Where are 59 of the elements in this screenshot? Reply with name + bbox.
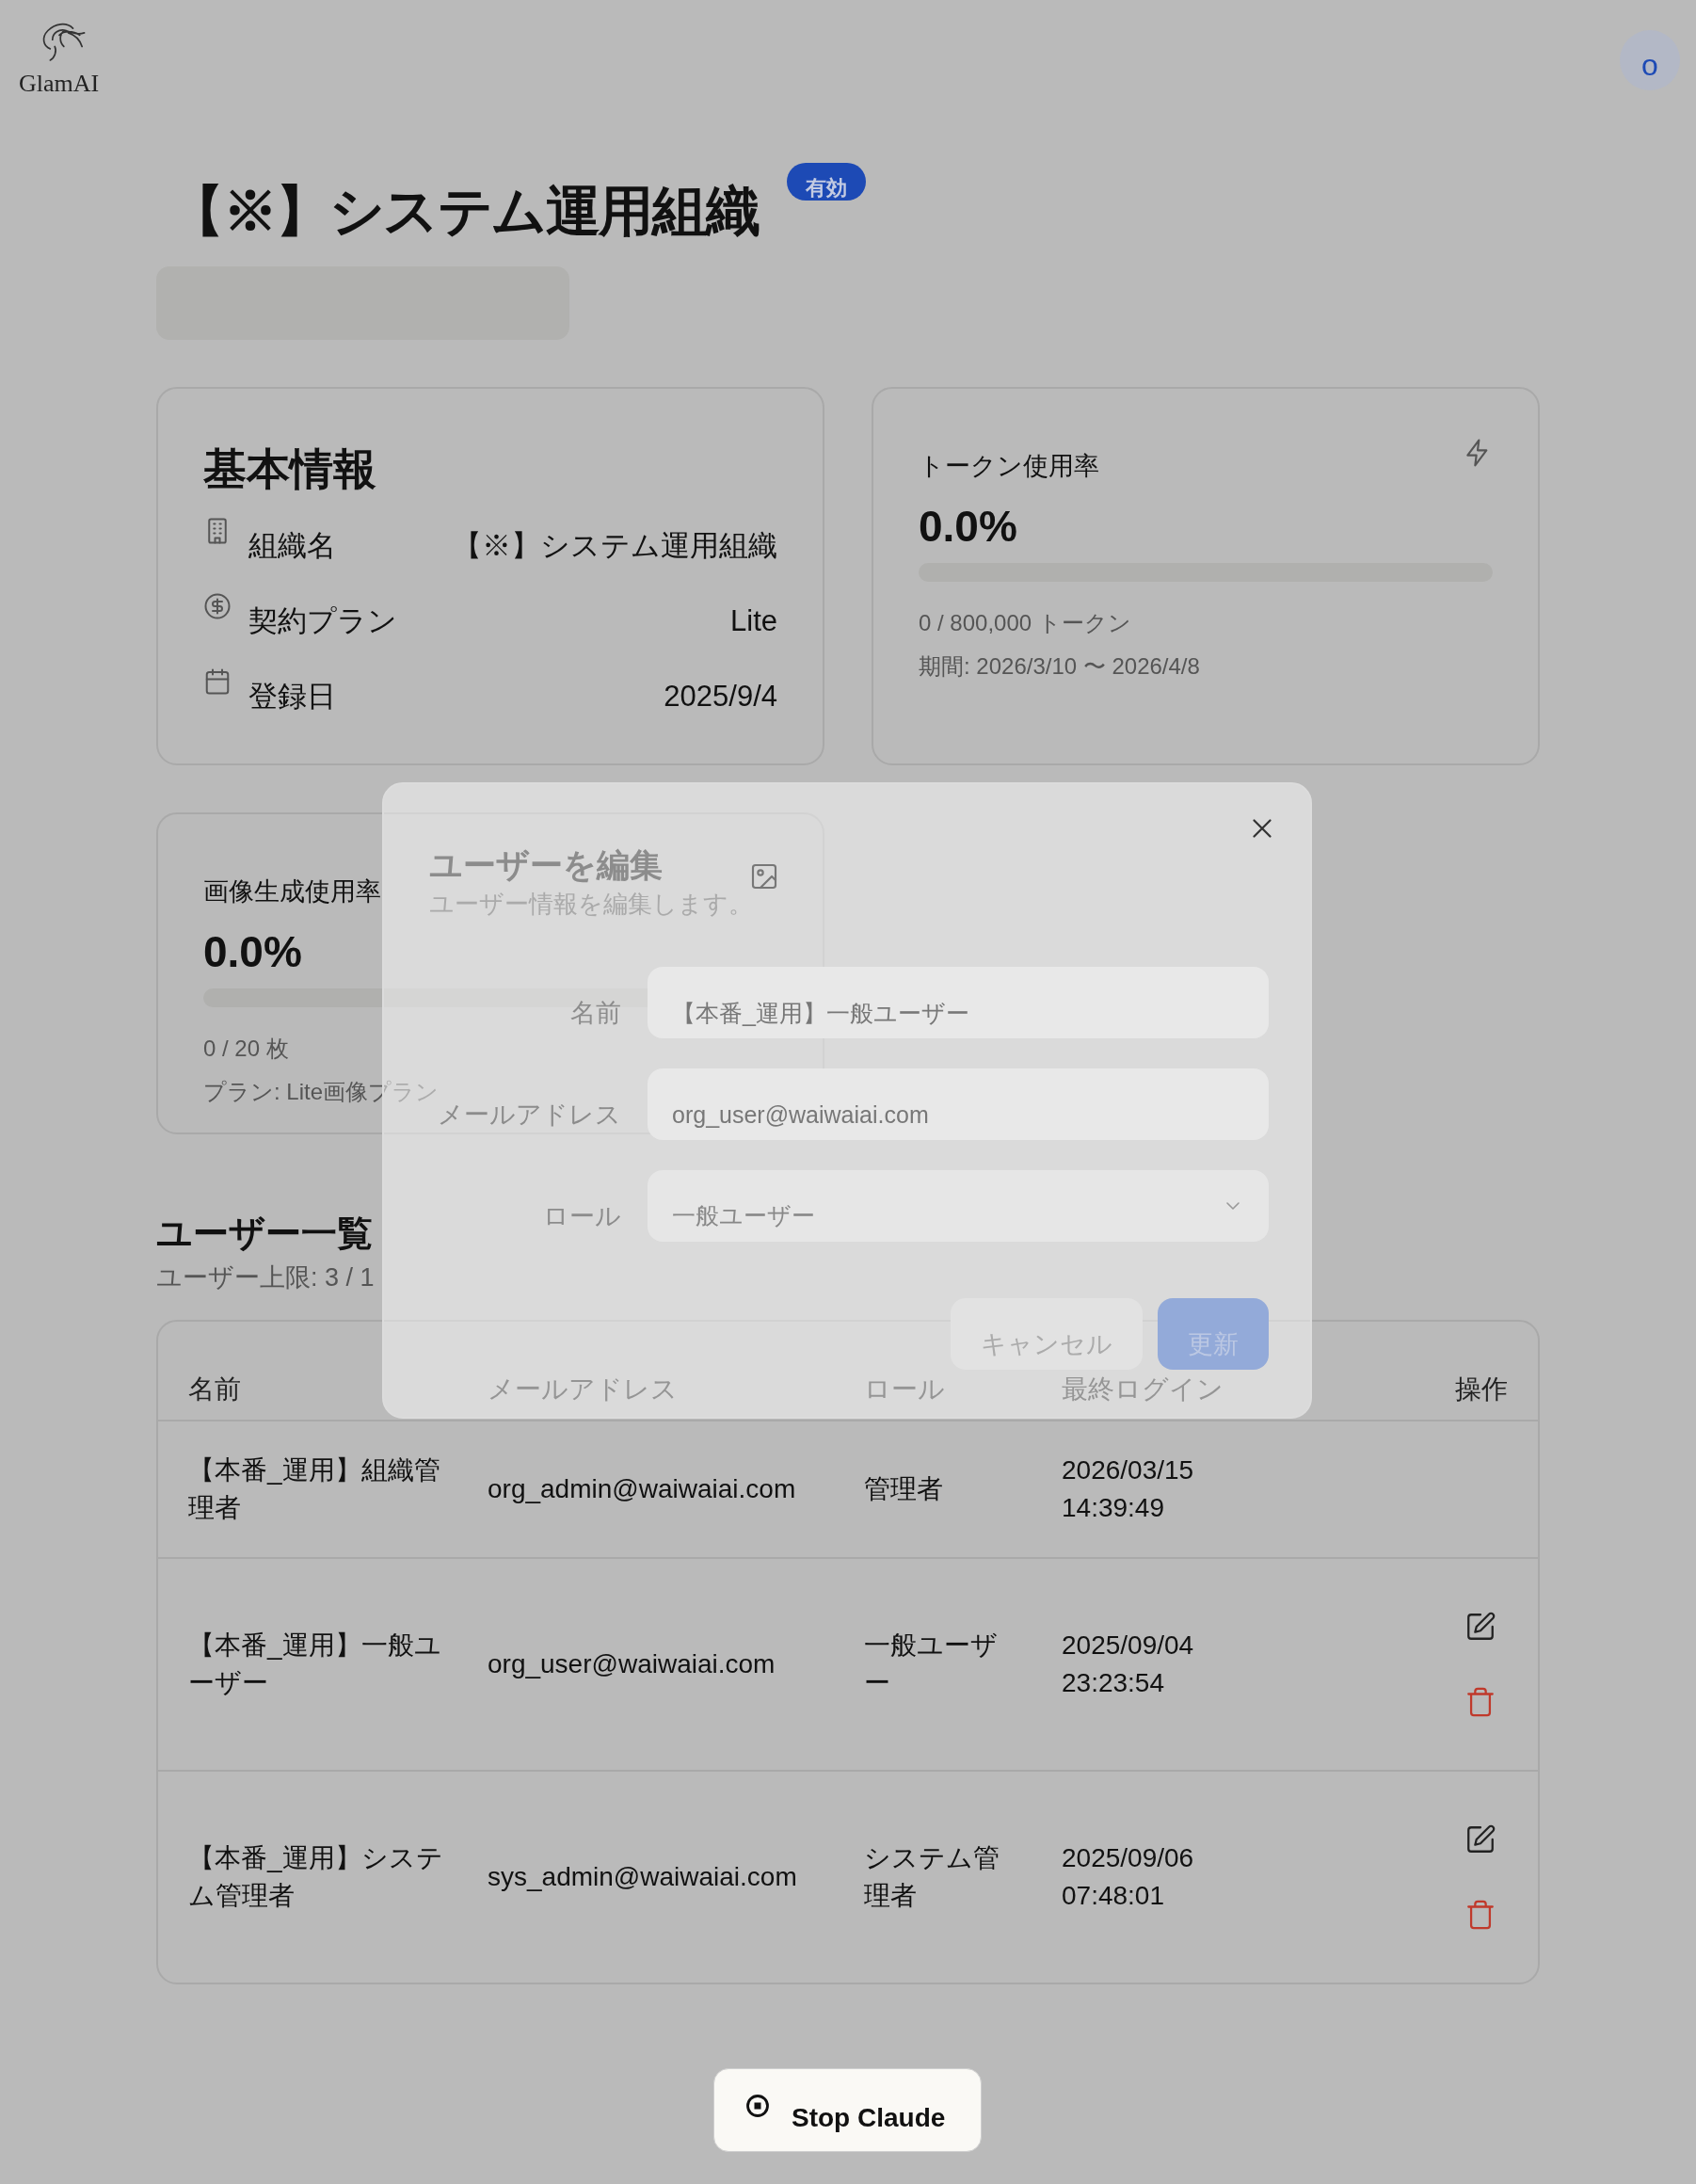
usage-percent: 0.0% [203, 929, 302, 973]
dollar-icon [203, 592, 232, 620]
user-name: 【本番_運用】組織管理者 [188, 1453, 441, 1524]
last-login: 2025/09/06 07:48:01 [1062, 1841, 1195, 1912]
calendar-icon [203, 667, 232, 696]
usage-percent: 0.0% [919, 504, 1017, 548]
field-label: 組織名 [248, 528, 336, 564]
trash-icon [1464, 1685, 1496, 1718]
card-title: 基本情報 [203, 447, 377, 490]
user-role: 管理者 [864, 1472, 944, 1505]
user-name: 【本番_運用】システム管理者 [188, 1841, 444, 1912]
user-role: システム管理者 [864, 1841, 1000, 1912]
input-field[interactable]: 【本番_運用】一般ユーザー [648, 967, 1269, 1038]
user-name: 【本番_運用】一般ユーザー [188, 1629, 442, 1699]
card-title: 画像生成使用率 [203, 876, 381, 907]
trash-icon [1464, 1898, 1496, 1931]
edit-icon [1464, 1610, 1496, 1643]
delete-button[interactable] [1464, 1685, 1496, 1718]
column-header: ロール [864, 1373, 945, 1404]
image-icon [749, 861, 779, 891]
button-label: Stop Claude [792, 2101, 946, 2134]
user-email: org_user@waiwaiai.com [488, 1647, 776, 1680]
field-value: 2025/9/4 [664, 679, 777, 715]
user-role: 一般ユーザー [864, 1629, 999, 1699]
user-email: org_admin@waiwaiai.com [488, 1472, 797, 1505]
logo-text: GlamAI [19, 72, 100, 96]
field-label: メールアドレス [438, 1099, 621, 1131]
column-header: メールアドレス [488, 1373, 678, 1404]
select-value: 一般ユーザー [672, 1201, 816, 1231]
field-value: 【※】システム運用組織 [453, 528, 777, 564]
field-label: 名前 [570, 997, 621, 1029]
role-select[interactable]: 一般ユーザー [648, 1170, 1269, 1242]
column-header: 最終ログイン [1062, 1373, 1224, 1404]
card-title: トークン使用率 [919, 451, 1099, 482]
stop-claude-button[interactable]: Stop Claude [713, 2068, 982, 2152]
edit-icon [1464, 1823, 1496, 1855]
field-label: ロール [543, 1200, 621, 1232]
dialog-title: ユーザーを編集 [429, 845, 663, 885]
field-value: Lite [730, 603, 777, 639]
status-badge: 有効 [787, 163, 867, 201]
section-title: ユーザー一覧 [156, 1215, 373, 1251]
field-label: 契約プラン [248, 603, 397, 639]
user-email: sys_admin@waiwaiai.com [488, 1860, 798, 1893]
input-field[interactable]: org_user@waiwaiai.com [648, 1068, 1269, 1140]
column-header: 名前 [188, 1373, 241, 1404]
usage-count: 0 / 20 枚 [203, 1034, 289, 1063]
avatar-button[interactable]: o [1620, 30, 1680, 90]
edit-button[interactable] [1464, 1823, 1496, 1855]
delete-button[interactable] [1464, 1898, 1496, 1931]
usage-detail: 期間: 2026/3/10 〜 2026/4/8 [919, 651, 1200, 681]
organization-title: 【※】システム運用組織 [169, 179, 760, 243]
last-login: 2025/09/04 23:23:54 [1062, 1629, 1195, 1699]
edit-button[interactable] [1464, 1610, 1496, 1643]
user-limit: ユーザー上限: 3 / 1 [156, 1262, 375, 1293]
stop-icon [744, 2092, 771, 2119]
last-login: 2026/03/15 14:39:49 [1062, 1453, 1195, 1524]
column-header: 操作 [1455, 1373, 1508, 1405]
field-label: 登録日 [248, 679, 336, 715]
usage-count: 0 / 800,000 トークン [919, 608, 1131, 637]
